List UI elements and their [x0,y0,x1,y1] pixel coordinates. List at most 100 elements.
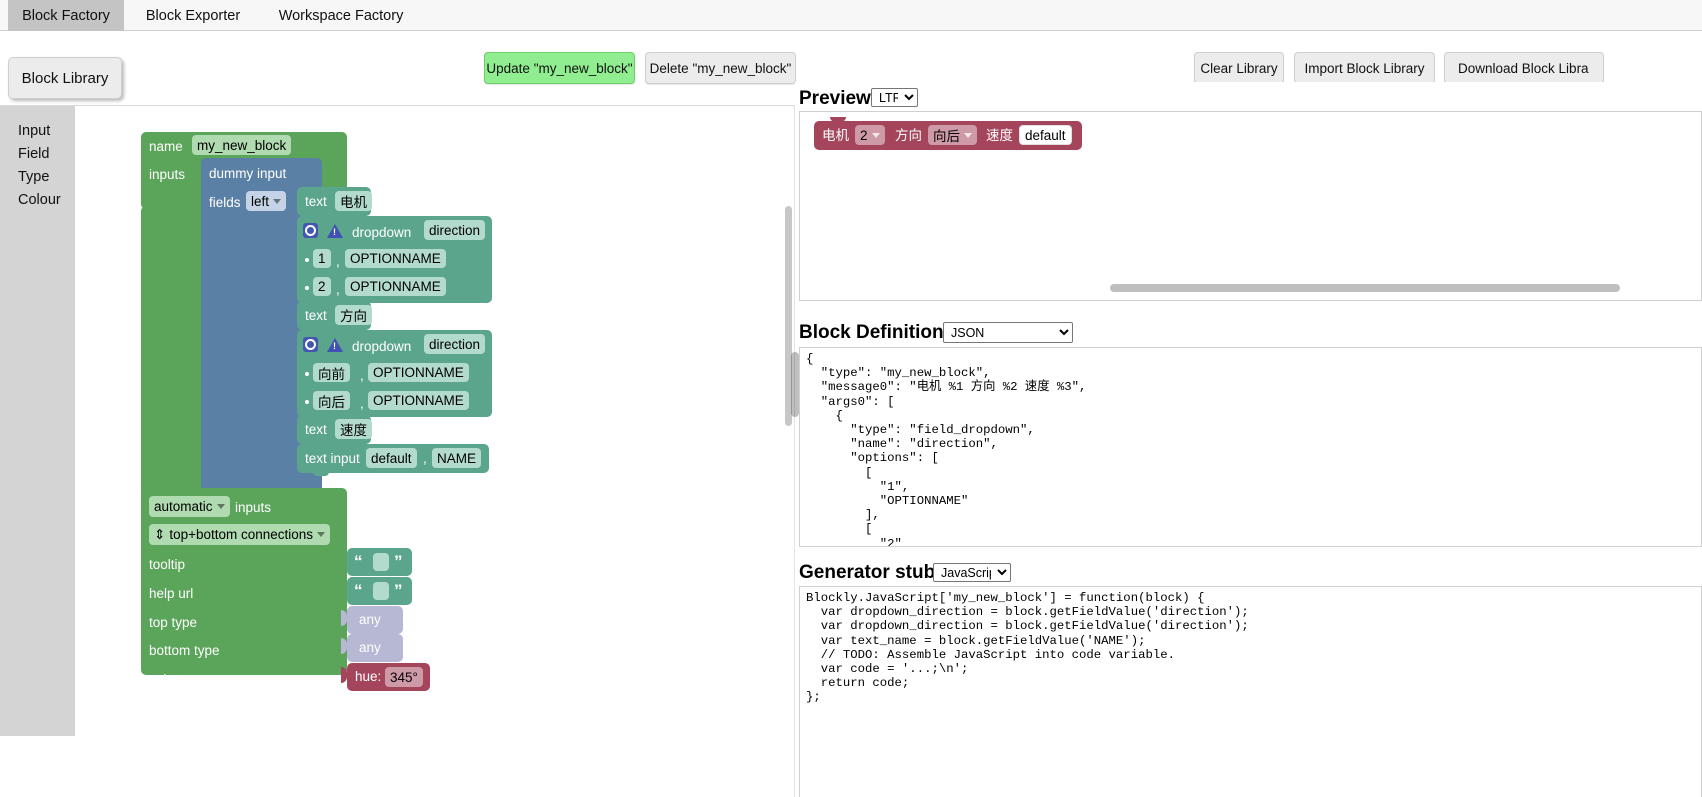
chevron-down-icon [871,132,880,138]
option-comma: , [336,282,340,297]
preview-text-2: 方向 [895,128,922,143]
import-block-library-button-label: Import Block Library [1304,60,1425,76]
field-text-input-name[interactable]: NAME [432,448,482,468]
warning-icon[interactable] [327,338,343,352]
factory-inputs-label: inputs [149,167,186,182]
help-url-value-field[interactable] [373,582,389,600]
generator-stub-language-select[interactable]: JavaScript Python PHP Lua Dart [933,563,1011,582]
generator-stub-panel[interactable]: Blockly.JavaScript['my_new_block'] = fun… [799,586,1702,797]
block-definition-vertical-scrollbar[interactable] [791,352,799,417]
block-definition-panel[interactable]: { "type": "my_new_block", "message0": "电… [799,347,1702,547]
tab-workspace-factory[interactable]: Workspace Factory [268,0,414,31]
hue-value-field[interactable]: 345° [385,667,423,687]
field-text-input-default[interactable]: default [366,448,417,468]
dropdown-2-option-1-value[interactable]: 向前 [313,363,350,382]
blockly-flyout: Input Field Type Colour [0,106,75,736]
import-block-library-button[interactable]: Import Block Library [1294,52,1435,84]
clear-library-button-label: Clear Library [1200,60,1278,76]
generator-stub-code[interactable]: Blockly.JavaScript['my_new_block'] = fun… [806,591,1249,705]
download-block-library-button[interactable]: Download Block Libra [1444,52,1604,84]
tab-block-exporter[interactable]: Block Exporter [134,0,252,31]
tab-workspace-factory-label: Workspace Factory [278,7,404,24]
field-dropdown-row-2-name[interactable]: direction [424,334,486,354]
block-name-field[interactable]: my_new_block [192,135,292,155]
flyout-category-type[interactable]: Type [18,169,49,185]
flyout-category-colour-label: Colour [18,192,61,208]
chevron-down-icon [964,132,972,138]
colour-label: colour [149,672,186,687]
top-type-label: top type [149,615,198,630]
field-text-row-3-label: text [305,422,327,437]
option-bullet [305,286,309,290]
connections-value: top+bottom connections [169,527,314,542]
delete-block-button[interactable]: Delete "my_new_block" [645,52,796,84]
update-block-button-label: Update "my_new_block" [486,60,633,76]
preview-text-input[interactable]: default [1019,125,1072,145]
fields-align-dropdown[interactable]: left [246,191,287,211]
dropdown-1-option-1-value[interactable]: 1 [313,249,331,268]
tab-block-exporter-label: Block Exporter [145,7,241,24]
quote-close-icon: ” [394,581,403,600]
preview-dropdown-2[interactable]: 向后 [928,125,977,145]
preview-dropdown-1[interactable]: 2 [855,125,885,145]
warning-icon[interactable] [327,224,343,238]
preview-horizontal-scrollbar[interactable] [1110,284,1620,292]
field-dropdown-row-1-name[interactable]: direction [424,220,486,240]
gear-icon[interactable] [303,337,318,352]
preview-panel[interactable]: 电机 2 方向 向后 速度 default [799,111,1702,301]
dropdown-1-option-2-name[interactable]: OPTIONNAME [345,277,446,296]
bottom-type-value: any [359,640,381,655]
bottom-type-label: bottom type [149,643,220,658]
help-url-label: help url [149,586,194,601]
block-definition-format-select[interactable]: JSON JavaScript [943,322,1073,343]
block-definition-code[interactable]: { "type": "my_new_block", "message0": "电… [806,352,1086,546]
field-dropdown-row-2-label: dropdown [352,339,412,354]
right-panel: Preview: LTR RTL 电机 2 方向 向后 速度 default B… [791,82,1702,797]
field-text-row-2-value[interactable]: 方向 [335,305,372,325]
field-dropdown-row-1-label: dropdown [352,225,412,240]
dropdown-1-option-2-value[interactable]: 2 [313,277,331,296]
block-library-button[interactable]: Block Library [8,57,122,99]
tab-block-factory[interactable]: Block Factory [8,0,124,31]
field-text-row-1-label: text [305,194,327,209]
update-block-button[interactable]: Update "my_new_block" [484,52,635,84]
field-text-row-1-value[interactable]: 电机 [335,191,372,211]
field-text-row-3-value[interactable]: 速度 [335,419,372,439]
generator-stub-title: Generator stub: [799,562,942,583]
preview-direction-select[interactable]: LTR RTL [871,88,918,107]
flyout-category-type-label: Type [18,169,50,185]
dropdown-1-option-1-name[interactable]: OPTIONNAME [345,249,446,268]
block-definition-title: Block Definition: [799,322,950,343]
quote-open-icon: “ [354,552,363,571]
download-block-library-button-label: Download Block Libra [1458,60,1589,76]
dropdown-2-option-2-name[interactable]: OPTIONNAME [368,391,469,410]
connections-dropdown[interactable]: ⇕ top+bottom connections [149,524,331,545]
tab-bar: Block Factory Block Exporter Workspace F… [0,0,1702,31]
inline-inputs-label: inputs [235,500,272,515]
gear-icon[interactable] [303,223,318,238]
option-bullet [305,400,309,404]
field-text-input-label: text input [305,451,360,466]
option-comma: , [360,396,364,411]
updown-arrow-icon: ⇕ [154,526,166,542]
clear-library-button[interactable]: Clear Library [1194,52,1284,84]
tooltip-value-field[interactable] [373,553,389,571]
dropdown-2-option-2-value[interactable]: 向后 [313,391,350,410]
flyout-category-input[interactable]: Input [18,123,50,139]
inline-mode-dropdown[interactable]: automatic [149,496,230,517]
blockly-workspace[interactable]: name my_new_block inputs dummy input fie… [75,106,795,797]
flyout-category-colour[interactable]: Colour [18,192,61,208]
fields-label: fields [209,195,241,210]
block-factory-editor: Input Field Type Colour name my_new_bloc… [0,105,795,797]
fields-align-value: left [251,193,270,209]
chevron-down-icon [216,504,225,509]
factory-name-label: name [149,139,183,154]
dropdown-2-option-1-name[interactable]: OPTIONNAME [368,363,469,382]
flyout-category-field[interactable]: Field [18,146,49,162]
preview-dropdown-2-value: 向后 [933,129,960,144]
delete-block-button-label: Delete "my_new_block" [649,60,792,76]
preview-dropdown-1-value: 2 [860,127,868,143]
chevron-down-icon [317,532,326,537]
option-bullet [305,258,309,262]
flyout-category-field-label: Field [18,146,50,162]
